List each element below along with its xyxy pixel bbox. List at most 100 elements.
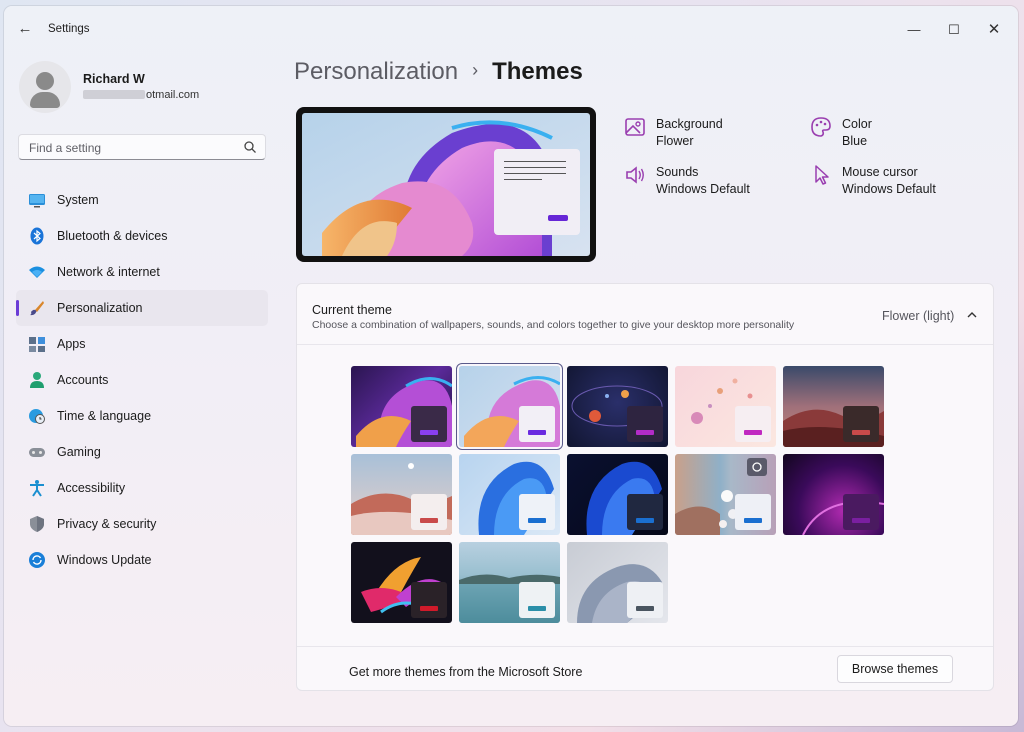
mouse-cursor-label: Mouse cursor (842, 165, 918, 179)
settings-window: ← Settings — ☐ ✕ Richard W otmail.com Sy… (4, 6, 1018, 726)
preview-line (504, 173, 566, 174)
minimize-button[interactable]: — (894, 16, 934, 44)
back-button[interactable]: ← (14, 18, 36, 40)
theme-captured-motion[interactable] (351, 542, 452, 623)
theme-glow[interactable] (783, 454, 884, 535)
wifi-icon (29, 266, 45, 278)
theme-dune-light[interactable] (351, 454, 452, 535)
globe-clock-icon (29, 409, 45, 424)
theme-pastel-dots[interactable] (675, 366, 776, 447)
avatar[interactable] (19, 61, 71, 113)
title-bar: ← Settings — ☐ ✕ (4, 6, 1018, 52)
theme-window-mock (627, 494, 663, 530)
theme-window-mock (735, 406, 771, 442)
theme-accent-bar (636, 430, 654, 435)
cursor-icon (815, 165, 829, 185)
sidebar-item-accounts[interactable]: Accounts (16, 362, 268, 398)
search-input[interactable] (27, 139, 241, 157)
breadcrumb-separator: › (472, 60, 479, 80)
theme-planets[interactable] (567, 366, 668, 447)
background-value: Flower (656, 134, 694, 148)
theme-lake[interactable] (459, 542, 560, 623)
theme-accent-bar (744, 430, 762, 435)
theme-window-mock (735, 494, 771, 530)
sidebar-item-label: Privacy & security (57, 517, 157, 531)
theme-window-mock (627, 582, 663, 618)
sounds-setting[interactable]: Sounds Windows Default (624, 162, 794, 198)
sidebar-item-system[interactable]: System (16, 182, 268, 218)
search-box[interactable] (18, 134, 266, 160)
sidebar-item-time-language[interactable]: Time & language (16, 398, 268, 434)
bluetooth-icon (30, 227, 44, 245)
background-setting[interactable]: Background Flower (624, 114, 794, 150)
sidebar-item-label: Network & internet (57, 265, 160, 279)
theme-flower-light[interactable] (459, 366, 560, 447)
preview-line (504, 161, 566, 162)
current-theme-title: Current theme (312, 303, 392, 317)
theme-accent-bar (420, 518, 438, 523)
sidebar-item-privacy[interactable]: Privacy & security (16, 506, 268, 542)
sidebar-item-accessibility[interactable]: Accessibility (16, 470, 268, 506)
current-theme-header[interactable]: Current theme Choose a combination of wa… (297, 284, 993, 345)
background-label: Background (656, 117, 723, 131)
store-themes-text: Get more themes from the Microsoft Store (349, 665, 583, 679)
color-setting[interactable]: Color Blue (810, 114, 980, 150)
sidebar-item-label: Time & language (57, 409, 152, 423)
theme-preview-image (302, 113, 590, 256)
sidebar-item-personalization[interactable]: Personalization (16, 290, 268, 326)
current-theme-value: Flower (light) (882, 309, 955, 323)
chevron-up-icon[interactable] (965, 308, 979, 322)
user-name: Richard W (83, 72, 145, 86)
theme-window-mock (843, 406, 879, 442)
monitor-icon (29, 194, 45, 208)
breadcrumb-parent[interactable]: Personalization (294, 58, 458, 85)
theme-window-mock (519, 406, 555, 442)
theme-window-mock (519, 582, 555, 618)
sidebar-item-windows-update[interactable]: Windows Update (16, 542, 268, 578)
app-title: Settings (48, 23, 90, 35)
email-redaction (83, 90, 145, 99)
search-icon[interactable] (243, 140, 257, 154)
sidebar-item-label: Accounts (57, 373, 109, 387)
theme-preview (296, 107, 596, 262)
theme-accent-bar (528, 518, 546, 523)
avatar-head (36, 72, 54, 90)
sidebar-item-gaming[interactable]: Gaming (16, 434, 268, 470)
theme-accent-bar (852, 518, 870, 523)
paintbrush-icon (30, 301, 44, 316)
apps-icon (29, 337, 45, 352)
close-button[interactable]: ✕ (974, 16, 1014, 44)
theme-sunrise[interactable] (567, 542, 668, 623)
sidebar-item-label: Personalization (57, 301, 143, 315)
theme-accent-bar (528, 430, 546, 435)
accessibility-icon (30, 480, 44, 497)
theme-window-mock (519, 494, 555, 530)
sidebar-item-network[interactable]: Network & internet (16, 254, 268, 290)
sidebar-nav: System Bluetooth & devices Network & int… (16, 182, 272, 578)
color-value: Blue (842, 134, 868, 148)
theme-windows-light[interactable] (459, 454, 560, 535)
theme-dune-dark[interactable] (783, 366, 884, 447)
theme-window-mock (411, 582, 447, 618)
theme-accent-bar (636, 606, 654, 611)
gamepad-icon (29, 448, 45, 457)
preview-line (504, 179, 542, 180)
theme-accent-bar (636, 518, 654, 523)
update-icon (29, 552, 45, 568)
theme-flower-dark[interactable] (351, 366, 452, 447)
theme-accent-bar (420, 606, 438, 611)
theme-window-mock (411, 406, 447, 442)
theme-spotlight[interactable] (675, 454, 776, 535)
breadcrumb: Personalization › Themes (294, 58, 583, 86)
browse-themes-button[interactable]: Browse themes (837, 655, 953, 683)
mouse-cursor-setting[interactable]: Mouse cursor Windows Default (810, 162, 980, 198)
theme-windows-dark[interactable] (567, 454, 668, 535)
maximize-button[interactable]: ☐ (934, 16, 974, 44)
sidebar-item-label: System (57, 193, 99, 207)
sidebar-item-apps[interactable]: Apps (16, 326, 268, 362)
preview-window-mock (494, 149, 580, 235)
preview-line (504, 167, 566, 168)
preview-accent-button (548, 215, 568, 221)
image-icon (625, 118, 645, 136)
sidebar-item-bluetooth[interactable]: Bluetooth & devices (16, 218, 268, 254)
